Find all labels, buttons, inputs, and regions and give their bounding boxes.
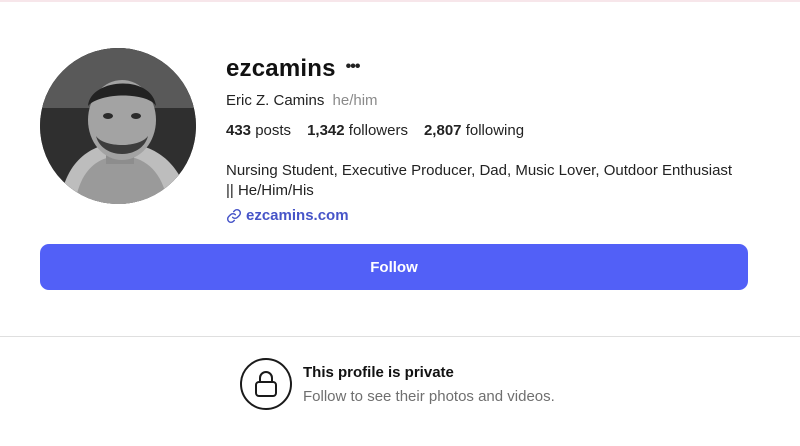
website-text: ezcamins.com (246, 207, 349, 224)
pronouns: he/him (332, 92, 378, 109)
profile-info: ezcamins ••• Eric Z. Camins he/him 433 p… (226, 52, 766, 224)
bio: Nursing Student, Executive Producer, Dad… (226, 162, 733, 199)
private-profile-notice: This profile is private Follow to see th… (240, 358, 555, 410)
link-icon (226, 208, 242, 224)
posts-stat[interactable]: 433 posts (226, 122, 291, 139)
followers-label: followers (348, 122, 408, 139)
profile-stats: 433 posts 1,342 followers 2,807 followin… (226, 122, 766, 139)
avatar[interactable] (40, 48, 196, 204)
lock-icon-circle (240, 358, 292, 410)
username: ezcamins (226, 55, 336, 82)
posts-count: 433 (226, 122, 252, 139)
followers-stat[interactable]: 1,342 followers (307, 122, 408, 139)
private-title: This profile is private (303, 363, 454, 381)
posts-label: posts (255, 122, 292, 139)
following-stat[interactable]: 2,807 following (424, 122, 524, 139)
following-label: following (465, 122, 525, 139)
private-subtitle: Follow to see their photos and videos. (303, 387, 555, 405)
lock-icon (255, 371, 277, 397)
private-text: This profile is private Follow to see th… (303, 364, 555, 405)
name-row: Eric Z. Camins he/him (226, 92, 766, 109)
top-accent-line (0, 0, 800, 2)
section-divider (0, 336, 800, 337)
full-name: Eric Z. Camins (226, 92, 325, 109)
follow-button[interactable]: Follow (40, 244, 748, 290)
followers-count: 1,342 (307, 122, 345, 139)
more-options-icon[interactable]: ••• (346, 58, 361, 76)
website-link[interactable]: ezcamins.com (226, 207, 766, 224)
following-count: 2,807 (423, 122, 462, 139)
avatar-photo (40, 48, 196, 204)
username-row: ezcamins ••• (226, 52, 766, 86)
